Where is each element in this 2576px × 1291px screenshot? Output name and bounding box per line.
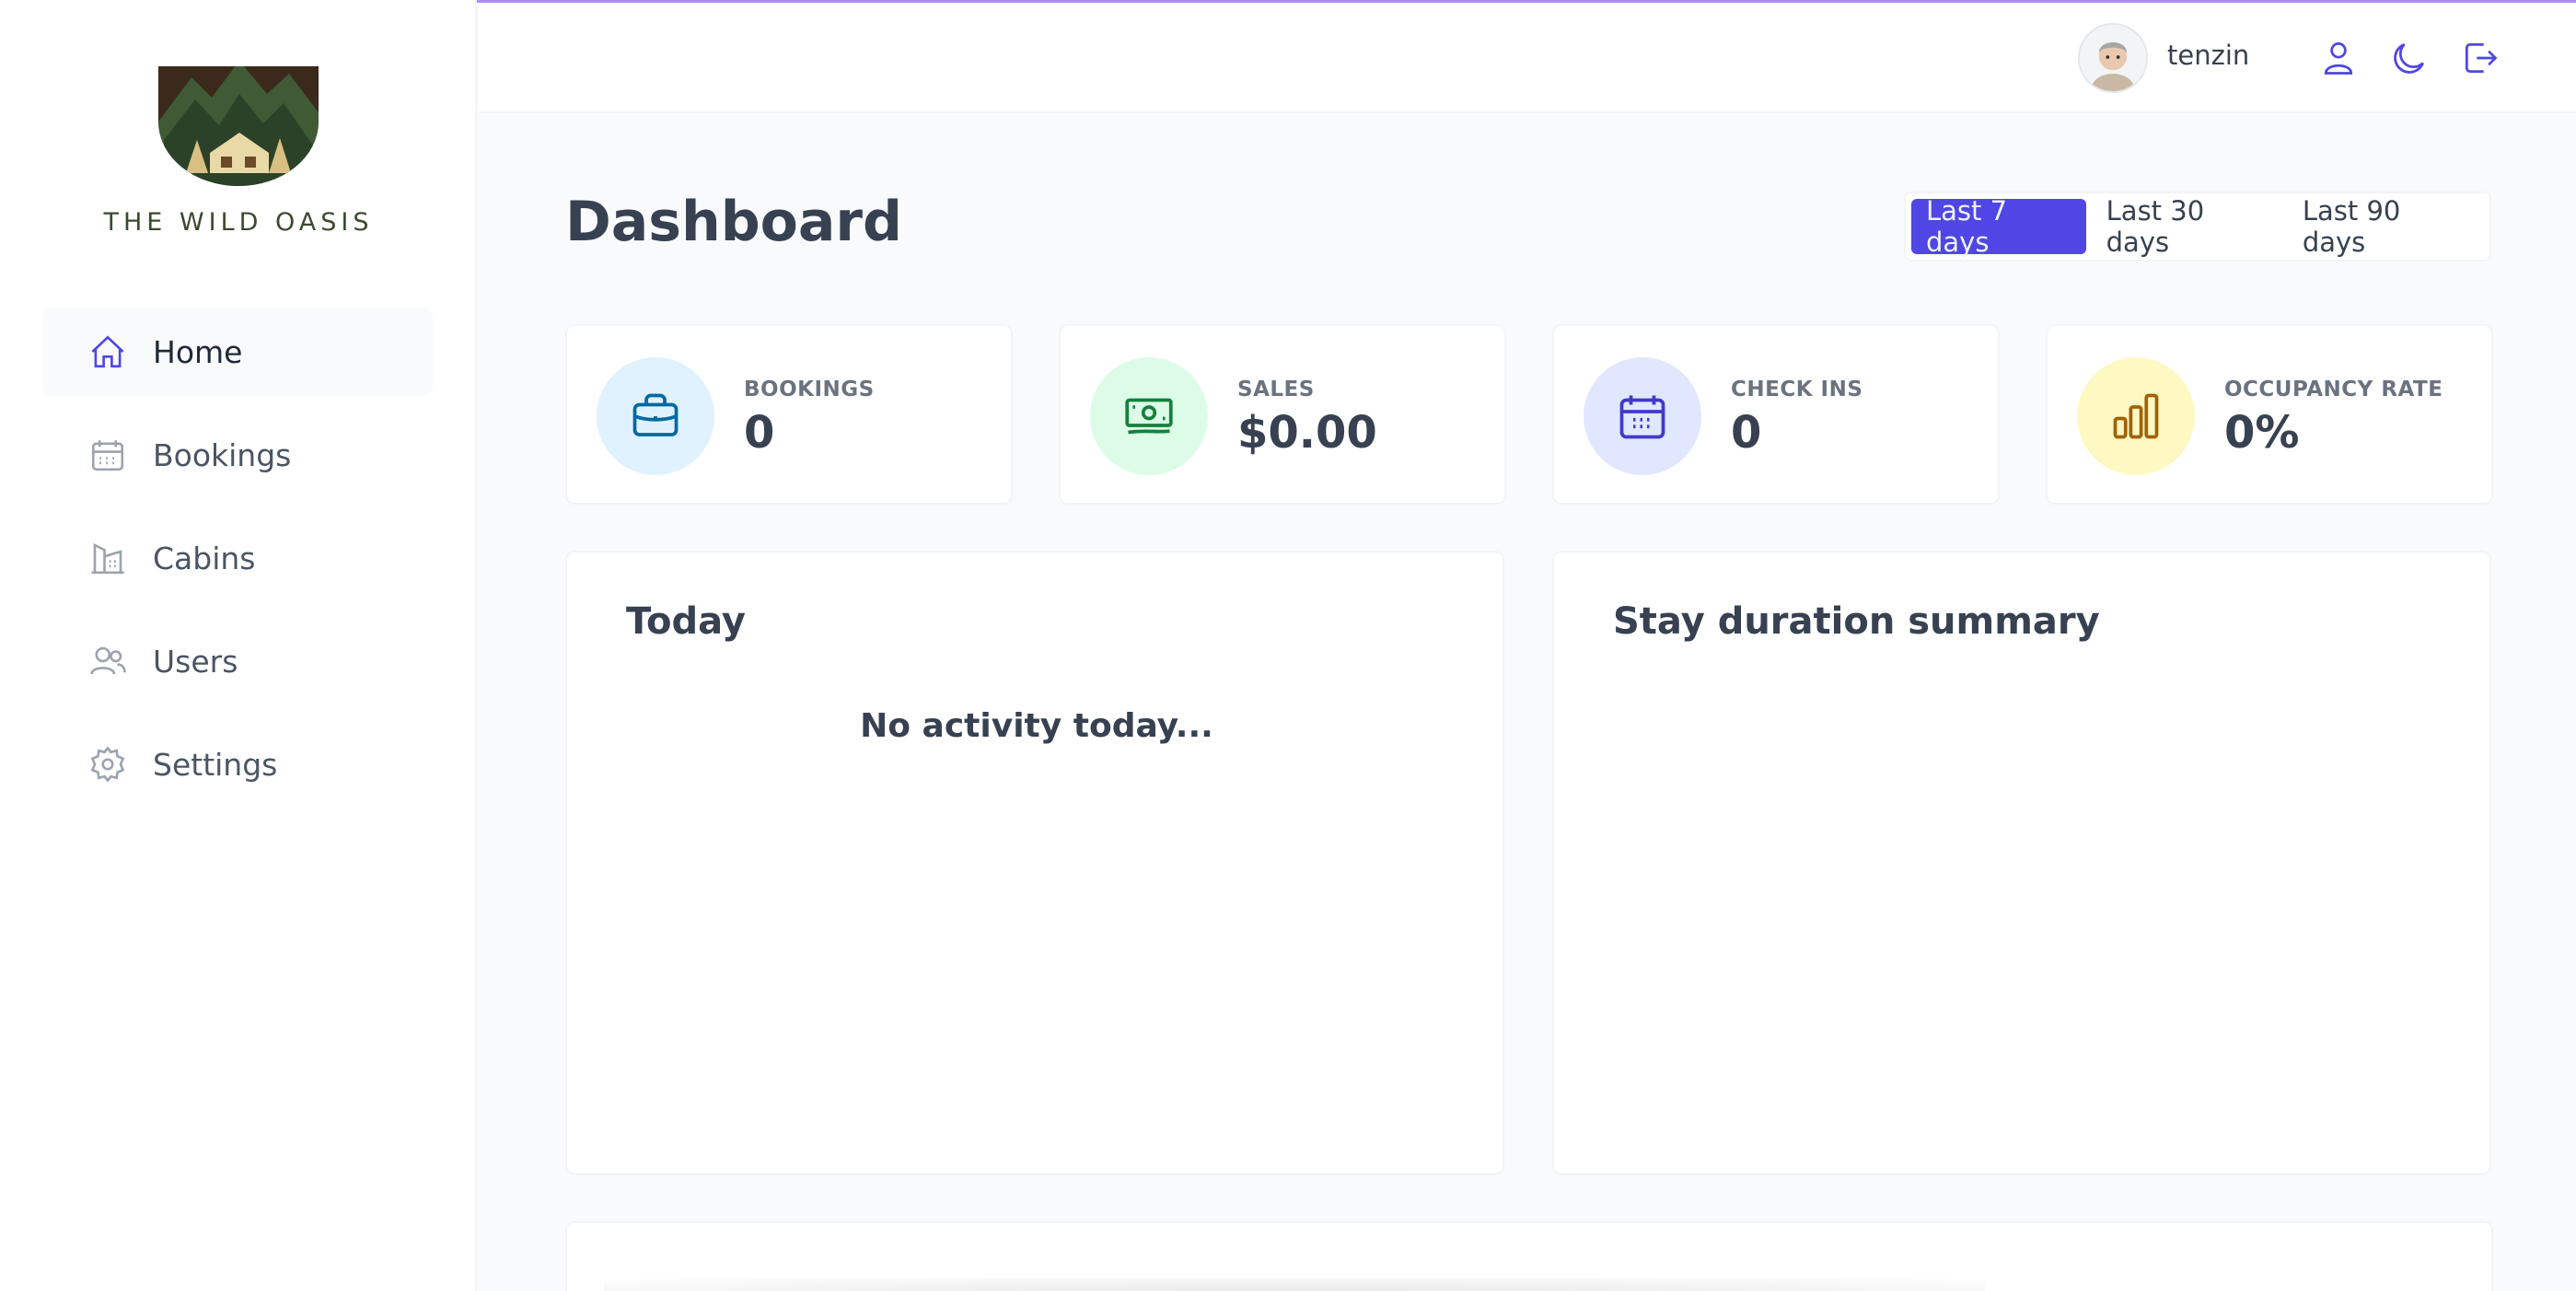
home-icon — [91, 335, 124, 368]
stat-label: OCCUPANCY RATE — [2224, 378, 2443, 401]
app: THE WILD OASIS Home Bookings Cabins User… — [0, 0, 2576, 1291]
avatar[interactable] — [2078, 23, 2148, 93]
sidebar-item-label: Users — [153, 643, 238, 680]
sidebar-item-label: Settings — [153, 746, 278, 783]
brand-name: THE WILD OASIS — [103, 208, 374, 237]
sidebar-item-label: Home — [153, 333, 243, 370]
stay-duration-panel: Stay duration summary — [1552, 551, 2491, 1175]
sidebar-item-settings[interactable]: Settings — [42, 720, 433, 808]
stat-value: $0.00 — [1237, 407, 1377, 459]
calendar-days-icon — [1619, 395, 1665, 439]
stat-value: 0% — [2224, 407, 2300, 459]
sidebar-nav: Home Bookings Cabins Users Settings — [42, 308, 433, 823]
sidebar-item-bookings[interactable]: Bookings — [42, 411, 433, 499]
briefcase-icon — [632, 393, 679, 436]
stat-icon-wrap — [1090, 357, 1208, 475]
stat-occupancy-rate: OCCUPANCY RATE 0% — [2046, 324, 2493, 505]
stat-icon-wrap — [1584, 357, 1701, 475]
logo-image — [158, 66, 319, 186]
dark-mode-toggle[interactable] — [2389, 38, 2430, 78]
chart-bar-icon — [2113, 393, 2159, 439]
account-button[interactable] — [2318, 38, 2359, 78]
gear-icon — [90, 746, 125, 783]
stat-sales: SALES $0.00 — [1059, 324, 1506, 505]
logout-button[interactable] — [2460, 38, 2501, 78]
filter-last-30-days[interactable]: Last 30 days — [2092, 195, 2282, 258]
cabins-icon — [91, 542, 124, 575]
panel-title: Today — [626, 600, 746, 643]
calendar-icon — [91, 440, 124, 471]
sales-chart-panel — [565, 1221, 2493, 1291]
sidebar-item-cabins[interactable]: Cabins — [42, 514, 433, 602]
stat-label: SALES — [1237, 378, 1315, 401]
top-header: tenzin — [479, 3, 2576, 113]
stat-icon-wrap — [597, 357, 714, 475]
logout-icon — [2465, 42, 2498, 74]
banknotes-icon — [1125, 398, 1173, 435]
panel-title: Stay duration summary — [1613, 600, 2100, 643]
sidebar: THE WILD OASIS Home Bookings Cabins User… — [0, 0, 477, 1291]
moon-icon — [2394, 43, 2424, 74]
sidebar-item-label: Bookings — [153, 436, 292, 473]
page-title: Dashboard — [565, 190, 902, 254]
stat-label: BOOKINGS — [744, 378, 875, 401]
stat-value: 0 — [744, 407, 775, 459]
stat-value: 0 — [1731, 407, 1762, 459]
sidebar-item-users[interactable]: Users — [42, 617, 433, 705]
chart-shadow — [604, 1278, 1985, 1291]
stat-bookings: BOOKINGS 0 — [565, 324, 1013, 505]
sidebar-item-home[interactable]: Home — [42, 308, 433, 396]
stat-check-ins: CHECK INS 0 — [1552, 324, 2000, 505]
date-range-filter: Last 7 days Last 30 days Last 90 days — [1904, 192, 2491, 262]
filter-last-7-days[interactable]: Last 7 days — [1911, 195, 2086, 258]
stat-icon-wrap — [2077, 357, 2195, 475]
filter-last-90-days[interactable]: Last 90 days — [2288, 195, 2478, 258]
users-icon — [90, 646, 126, 675]
user-icon — [2324, 42, 2353, 75]
avatar-image — [2080, 25, 2146, 91]
empty-state-text: No activity today... — [860, 707, 1213, 745]
sidebar-item-label: Cabins — [153, 540, 256, 576]
stat-label: CHECK INS — [1731, 378, 1863, 401]
username: tenzin — [2167, 40, 2250, 71]
today-panel: Today No activity today... — [565, 551, 1504, 1175]
